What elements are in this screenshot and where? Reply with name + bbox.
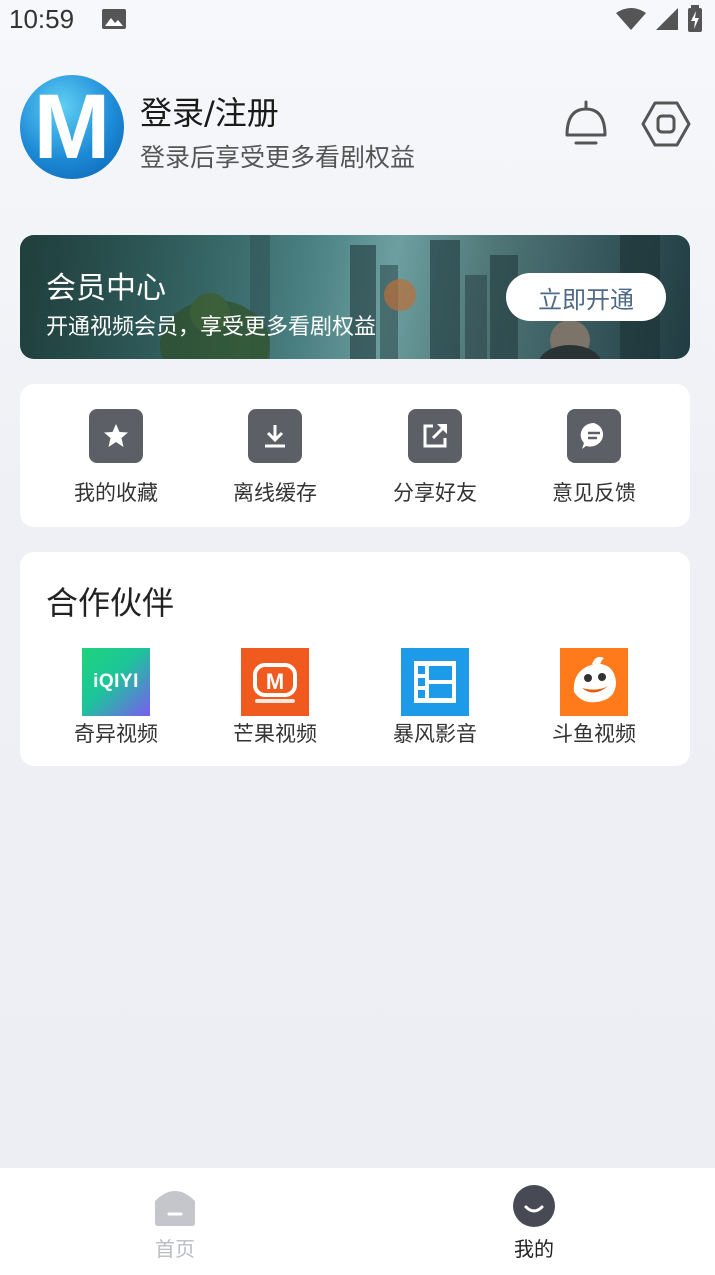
vip-open-button[interactable]: 立即开通 [506, 273, 666, 321]
quick-action-label: 分享好友 [393, 481, 477, 505]
battery-icon [688, 5, 702, 32]
settings-icon [641, 101, 691, 147]
nav-item-profile[interactable]: 我的 [474, 1183, 594, 1262]
iqiyi-logo-text: iQIYI [93, 671, 139, 692]
partner-label: 奇异视频 [74, 722, 158, 746]
partners-title: 合作伙伴 [46, 584, 175, 622]
partner-baofeng[interactable]: 暴风影音 [365, 648, 505, 748]
mango-logo-icon: M [241, 648, 309, 716]
vip-banner[interactable]: 会员中心 开通视频会员，享受更多看剧权益 立即开通 [20, 235, 690, 359]
star-icon [89, 409, 143, 463]
bottom-nav: 首页 我的 [0, 1168, 715, 1275]
partners-card: 合作伙伴 iQIYI 奇异视频 M 芒果视频 暴风影音 斗鱼视频 [20, 552, 690, 766]
avatar[interactable]: M [20, 75, 124, 179]
status-bar: 10:59 [0, 0, 715, 44]
partner-douyu[interactable]: 斗鱼视频 [524, 648, 664, 748]
mango-logo-mark: M [253, 663, 297, 697]
avatar-letter: M [33, 76, 111, 178]
tv-icon [565, 100, 607, 145]
wifi-icon [616, 8, 646, 30]
tv-button[interactable] [560, 98, 612, 150]
profile-icon [513, 1185, 555, 1227]
login-subtitle: 登录后享受更多看剧权益 [140, 143, 416, 172]
image-icon [102, 9, 126, 29]
quick-action-feedback[interactable]: 意见反馈 [524, 409, 664, 507]
partner-label: 芒果视频 [233, 722, 317, 746]
vip-title: 会员中心 [46, 271, 166, 306]
quick-action-share[interactable]: 分享好友 [365, 409, 505, 507]
login-register-link[interactable]: 登录/注册 [140, 88, 279, 134]
quick-actions-card: 我的收藏 离线缓存 分享好友 意见反馈 [20, 384, 690, 527]
quick-action-favorites[interactable]: 我的收藏 [46, 409, 186, 507]
signal-icon [656, 8, 678, 30]
download-icon [248, 409, 302, 463]
iqiyi-logo-icon: iQIYI [82, 648, 150, 716]
quick-action-label: 我的收藏 [74, 481, 158, 505]
partner-mango[interactable]: M 芒果视频 [205, 648, 345, 748]
quick-action-offline-cache[interactable]: 离线缓存 [205, 409, 345, 507]
share-icon [408, 409, 462, 463]
status-time: 10:59 [9, 4, 75, 34]
douyu-logo-icon [560, 648, 628, 716]
baofeng-logo-icon [401, 648, 469, 716]
quick-action-label: 意见反馈 [552, 481, 636, 505]
home-icon [155, 1191, 195, 1226]
feedback-icon [567, 409, 621, 463]
partner-label: 斗鱼视频 [552, 722, 636, 746]
profile-header: M 登录/注册 登录后享受更多看剧权益 [0, 70, 715, 190]
partner-iqiyi[interactable]: iQIYI 奇异视频 [46, 648, 186, 748]
partner-label: 暴风影音 [393, 722, 477, 746]
status-right-icons [615, 4, 703, 34]
nav-item-home[interactable]: 首页 [115, 1183, 235, 1262]
nav-label: 首页 [155, 1237, 195, 1261]
nav-label: 我的 [514, 1237, 554, 1261]
quick-action-label: 离线缓存 [233, 481, 317, 505]
vip-subtitle: 开通视频会员，享受更多看剧权益 [46, 315, 377, 340]
mango-logo-text: M [266, 669, 284, 694]
settings-button[interactable] [640, 98, 692, 150]
